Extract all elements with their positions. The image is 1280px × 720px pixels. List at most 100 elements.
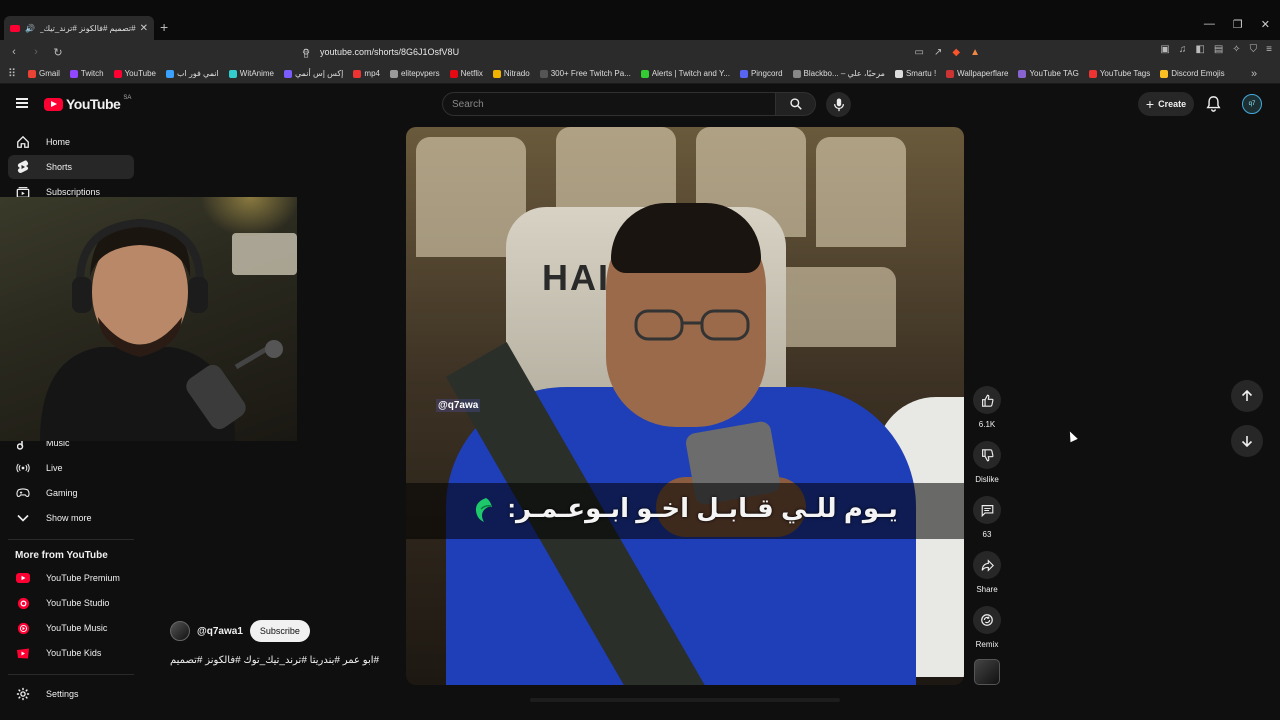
share-page-icon[interactable]: ↗ xyxy=(934,47,942,58)
reader-icon[interactable]: ▣ xyxy=(1160,44,1169,55)
apps-grid-icon[interactable]: ⠿ xyxy=(6,67,18,80)
wallet-icon[interactable]: ▤ xyxy=(1214,44,1223,55)
bookmark-item[interactable]: YouTube TAG xyxy=(1018,69,1079,78)
create-button[interactable]: + Create xyxy=(1138,92,1194,116)
next-short-button[interactable] xyxy=(1231,425,1263,457)
bookmark-favicon-icon xyxy=(792,69,801,78)
site-info-icon[interactable]: ⚙ xyxy=(300,47,312,58)
bookmark-item[interactable]: Discord Emojis xyxy=(1160,69,1225,78)
bookmarks-overflow-icon[interactable]: » xyxy=(1248,68,1260,80)
hamburger-menu-icon[interactable] xyxy=(16,98,28,108)
reload-icon[interactable]: ↻ xyxy=(52,46,64,59)
sidebar-toggle-icon[interactable]: ◧ xyxy=(1195,44,1204,55)
youtube-logo[interactable]: YouTube SA xyxy=(44,95,131,112)
share-button[interactable] xyxy=(973,551,1001,579)
bookmark-item[interactable]: Nitrado xyxy=(492,69,530,78)
bookmark-item[interactable]: Wallpaperflare xyxy=(946,69,1008,78)
youtube-play-icon xyxy=(44,97,63,111)
sidebar-divider xyxy=(8,674,134,675)
back-icon[interactable]: ‹ xyxy=(8,46,20,58)
media-icon[interactable]: ♫ xyxy=(1179,44,1187,55)
bookmark-item[interactable]: Smartu ! xyxy=(894,69,936,78)
sidebar-item-youtube-music[interactable]: YouTube Music xyxy=(8,616,134,640)
address-bar[interactable]: ⚙ youtube.com/shorts/8G6J1OsfV8U ▭ ↗ ◆ ▲ xyxy=(300,42,980,62)
sidebar-item-youtube-kids[interactable]: YouTube Kids xyxy=(8,641,134,665)
sidebar-item-youtube-premium[interactable]: YouTube Premium xyxy=(8,566,134,590)
minimize-icon[interactable]: — xyxy=(1204,18,1215,31)
bookmark-item[interactable]: YouTube xyxy=(113,69,156,78)
logo-text: YouTube xyxy=(66,96,121,112)
sidebar-item-shorts[interactable]: Shorts xyxy=(8,155,134,179)
close-window-icon[interactable]: ✕ xyxy=(1261,18,1270,31)
home-icon xyxy=(16,135,30,149)
bookmark-item[interactable]: Twitch xyxy=(69,69,104,78)
forward-icon[interactable]: › xyxy=(30,46,42,58)
video-hashtags[interactable]: #ابو عمر #بندريتا #ترند_تيك_توك #فالكونز… xyxy=(170,655,400,666)
share-action: Share xyxy=(966,551,1008,594)
youtube-favicon-icon xyxy=(10,24,20,32)
comment-count: 63 xyxy=(982,530,992,539)
bookmark-label: mp4 xyxy=(364,69,380,78)
sidebar-item-show-more[interactable]: Show more xyxy=(8,506,134,530)
voice-search-button[interactable] xyxy=(826,92,851,117)
sidebar-item-gaming[interactable]: Gaming xyxy=(8,481,134,505)
leo-icon[interactable]: ✧ xyxy=(1232,44,1240,55)
youtube-music-icon xyxy=(16,621,30,635)
notifications-button[interactable] xyxy=(1206,96,1221,117)
brave-rewards-icon[interactable]: ▲ xyxy=(970,47,980,58)
brave-shield-icon[interactable]: ◆ xyxy=(952,47,960,58)
bookmark-item[interactable]: انمي فور اب xyxy=(166,69,219,78)
search-input[interactable]: Search xyxy=(442,92,776,116)
bookmark-item[interactable]: Blackbo... – مرحبًا، علي xyxy=(792,69,885,78)
previous-short-button[interactable] xyxy=(1231,380,1263,412)
subscribe-button[interactable]: Subscribe xyxy=(249,620,310,642)
sidebar-item-home[interactable]: Home xyxy=(8,130,134,154)
remix-button[interactable] xyxy=(973,606,1001,634)
bookmark-item[interactable]: 300+ Free Twitch Pa... xyxy=(539,69,631,78)
like-action: 6.1K xyxy=(966,386,1008,429)
bookmark-label: Blackbo... – مرحبًا، علي xyxy=(803,69,885,78)
bookmark-item[interactable]: إكس إس أنمي xyxy=(284,69,343,78)
remix-icon xyxy=(981,614,993,626)
sidebar-item-live[interactable]: Live xyxy=(8,456,134,480)
cast-icon[interactable]: ▭ xyxy=(915,47,924,58)
like-button[interactable] xyxy=(973,386,1001,414)
browser-tab[interactable]: 🔊 #تصميم #فالكونز #ترند_تيك_تو ✕ xyxy=(4,16,154,40)
close-tab-icon[interactable]: ✕ xyxy=(140,23,148,34)
vpn-icon[interactable]: ⛉ xyxy=(1250,44,1258,55)
sidebar-item-settings[interactable]: Settings xyxy=(8,682,134,706)
comment-icon xyxy=(981,504,993,517)
bookmark-favicon-icon xyxy=(28,69,36,78)
bookmark-item[interactable]: Pingcord xyxy=(739,69,783,78)
search-button[interactable] xyxy=(776,92,816,116)
bookmark-item[interactable]: WitAnime xyxy=(228,69,274,78)
speaker-icon[interactable]: 🔊 xyxy=(24,24,36,33)
arrow-down-icon xyxy=(1241,436,1253,447)
dislike-button[interactable] xyxy=(973,441,1001,469)
sidebar-item-label: Show more xyxy=(46,513,92,523)
channel-avatar[interactable] xyxy=(170,621,190,641)
sidebar-item-label: YouTube Kids xyxy=(46,648,102,658)
bookmark-item[interactable]: elitepvpers xyxy=(389,69,440,78)
bookmarks-bar: ⠿ Gmail Twitch YouTube انمي فور اب WitAnime إ… xyxy=(0,64,1280,84)
sidebar-item-youtube-studio[interactable]: YouTube Studio xyxy=(8,591,134,615)
new-tab-button[interactable]: + xyxy=(160,19,168,35)
bookmark-item[interactable]: mp4 xyxy=(353,69,380,78)
window-controls: — ❐ ✕ xyxy=(1204,18,1270,31)
sound-thumbnail[interactable] xyxy=(974,659,1000,685)
youtube-header: YouTube SA Search + Create q7 xyxy=(0,84,1280,124)
shorts-video-player[interactable]: HAIB @q7awa يـوم للـي قـابـل اخـو ابـوعـ… xyxy=(406,127,964,685)
extensions-area: ▣ ♫ ◧ ▤ ✧ ⛉ ≡ xyxy=(1160,44,1272,55)
bookmark-item[interactable]: Gmail xyxy=(28,69,60,78)
bookmark-item[interactable]: YouTube Tags xyxy=(1088,69,1150,78)
bookmark-label: Discord Emojis xyxy=(1171,69,1225,78)
maximize-icon[interactable]: ❐ xyxy=(1233,18,1243,31)
bookmark-item[interactable]: Alerts | Twitch and Y... xyxy=(640,69,730,78)
channel-handle[interactable]: @q7awa1 xyxy=(197,626,243,637)
comments-button[interactable] xyxy=(973,496,1001,524)
bookmark-favicon-icon xyxy=(1088,69,1097,78)
share-label: Share xyxy=(976,585,998,594)
menu-icon[interactable]: ≡ xyxy=(1266,44,1272,55)
bookmark-item[interactable]: Netflix xyxy=(449,69,483,78)
account-avatar[interactable]: q7 xyxy=(1242,94,1262,114)
